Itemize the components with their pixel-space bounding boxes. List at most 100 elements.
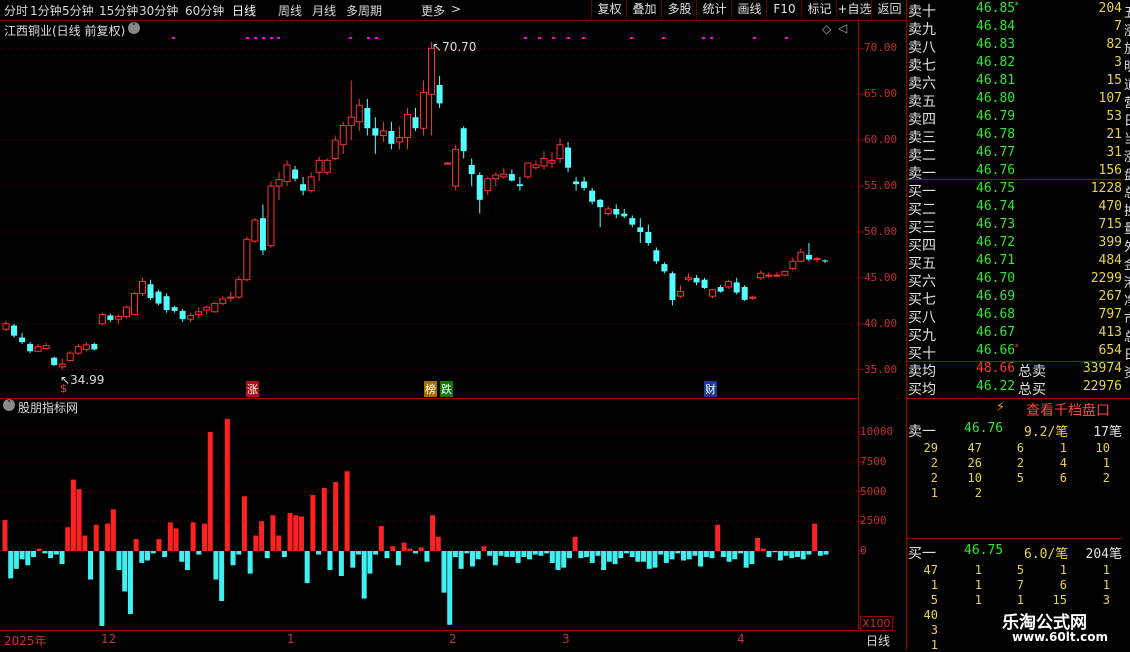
edge-char: 涨: [1124, 20, 1130, 39]
period-tag[interactable]: 日线: [866, 632, 890, 649]
candle: [179, 310, 186, 320]
toolbar-button-2[interactable]: 多股: [661, 0, 697, 19]
sell-level-2: 卖九 46.84 7: [908, 19, 1122, 38]
period-tab-1[interactable]: 1分钟: [30, 2, 62, 19]
period-tab-2[interactable]: 5分钟: [62, 2, 94, 19]
event-mark-bang[interactable]: 榜: [424, 381, 437, 397]
candle: [267, 185, 275, 247]
buy1-per-order: 6.0/笔: [1024, 547, 1069, 562]
buy1-queue-value: 1: [974, 593, 982, 607]
toolbar-button-6[interactable]: 标记: [801, 0, 837, 19]
buy-level-7: 买七 46.69 267: [908, 289, 1122, 308]
toolbar-button-8[interactable]: 返回: [871, 0, 907, 19]
period-tab-7[interactable]: 周线: [278, 2, 302, 19]
sell-level-volume: 82: [1106, 37, 1122, 52]
edge-char: 总: [1124, 182, 1130, 201]
buy-level-3: 买三 46.73 715: [908, 217, 1122, 236]
buy1-queue-value: 1: [1059, 563, 1067, 577]
buy-level-label: 买七: [908, 292, 936, 308]
candle: [516, 184, 523, 187]
buy-level-volume: 654: [1098, 343, 1122, 358]
toolbar-button-0[interactable]: 复权: [591, 0, 627, 19]
buy-level-label: 买二: [908, 202, 936, 218]
sell1-queue-value: 10: [1095, 441, 1110, 455]
period-tab-9[interactable]: 多周期: [346, 2, 382, 19]
candle: [122, 306, 130, 317]
candle: [629, 218, 636, 225]
event-mark-zhang[interactable]: 涨: [246, 381, 259, 397]
candle: [468, 164, 475, 175]
period-tab-5[interactable]: 60分钟: [185, 2, 224, 19]
buy-level-label: 买四: [908, 238, 936, 254]
candle: [91, 343, 98, 350]
event-mark-die[interactable]: 跌: [440, 381, 453, 397]
sell-level-price: 46.84: [976, 19, 1016, 34]
edge-char: 营: [1124, 92, 1130, 111]
period-tab-4[interactable]: 30分钟: [139, 2, 178, 19]
period-tab-3[interactable]: 15分钟: [99, 2, 138, 19]
buy1-queue-value: 1: [1102, 563, 1110, 577]
date-month-12: 12: [101, 632, 117, 646]
toolbar-button-4[interactable]: 画线: [731, 0, 767, 19]
edge-char: 道: [1124, 74, 1130, 93]
indicator-title[interactable]: 股朋指标网: [18, 399, 78, 416]
period-tab-0[interactable]: 分时: [4, 2, 28, 19]
sell-level-9: 卖二 46.77 31: [908, 145, 1122, 164]
buy1-queue-value: 15: [1052, 593, 1067, 607]
signal-marker: [538, 37, 541, 39]
total-buy-label: 总买: [1018, 382, 1046, 398]
toolbar-button-1[interactable]: 叠加: [626, 0, 662, 19]
period-tab-8[interactable]: 月线: [312, 2, 336, 19]
edge-char: 盘: [1124, 164, 1130, 183]
candle: [355, 104, 363, 123]
sell1-order-count: 17笔: [1093, 425, 1122, 440]
more-arrow-icon[interactable]: >: [451, 2, 461, 16]
candle: [34, 346, 42, 352]
period-tab-6[interactable]: 日线: [232, 2, 256, 19]
candle: [114, 315, 122, 320]
buy1-queue-value: 47: [923, 563, 938, 577]
candle: [74, 346, 82, 354]
toolbar-button-7[interactable]: +自选: [836, 0, 872, 19]
candle: [388, 130, 395, 144]
sell-level-label: 卖四: [908, 112, 936, 128]
candle: [749, 296, 757, 299]
buy-level-volume: 797: [1098, 307, 1122, 322]
candle: [797, 251, 805, 262]
toolbar-button-3[interactable]: 统计: [696, 0, 732, 19]
sell-level-price: 46.78: [976, 127, 1016, 142]
buy1-queue-value: 40: [923, 608, 938, 622]
edge-char: 五: [1124, 2, 1130, 21]
candle: [66, 352, 74, 361]
indicator-tick-label: 2500: [860, 514, 887, 528]
event-mark-cai[interactable]: 财: [704, 381, 717, 397]
candle: [300, 184, 307, 191]
signal-marker: [367, 37, 370, 39]
sell1-queue-value: 1: [1102, 456, 1110, 470]
signal-marker: [524, 37, 527, 39]
buy1-queue-value: 3: [1102, 593, 1110, 607]
sell1-queue-value: 4: [1059, 456, 1067, 470]
sell1-queue-value: 47: [967, 441, 982, 455]
sell1-queue-value: 2: [930, 456, 938, 470]
candle: [331, 139, 339, 160]
period-tab-10[interactable]: 更多: [421, 2, 445, 19]
chevron-down-icon[interactable]: ˅: [3, 399, 15, 411]
toolbar-button-5[interactable]: F10: [766, 0, 802, 19]
buy1-queue-value: 5: [930, 593, 938, 607]
depth-link[interactable]: 查看千档盘口: [1026, 400, 1110, 420]
candle: [163, 296, 170, 310]
event-mark-dollar[interactable]: $: [60, 382, 67, 395]
indicator-area[interactable]: [0, 398, 858, 630]
buy-level-label: 买十: [908, 346, 936, 362]
candle: [147, 284, 154, 299]
sell-level-label: 卖五: [908, 94, 936, 110]
signal-marker: [785, 37, 788, 39]
sell1-queue-value: 29: [923, 441, 938, 455]
candle: [347, 116, 355, 126]
candle: [717, 287, 724, 292]
buy-level-price: 46.71: [976, 253, 1016, 268]
sell-level-volume: 15: [1106, 73, 1122, 88]
sell1-queue-value: 2: [1016, 456, 1024, 470]
signal-marker: [630, 37, 633, 39]
